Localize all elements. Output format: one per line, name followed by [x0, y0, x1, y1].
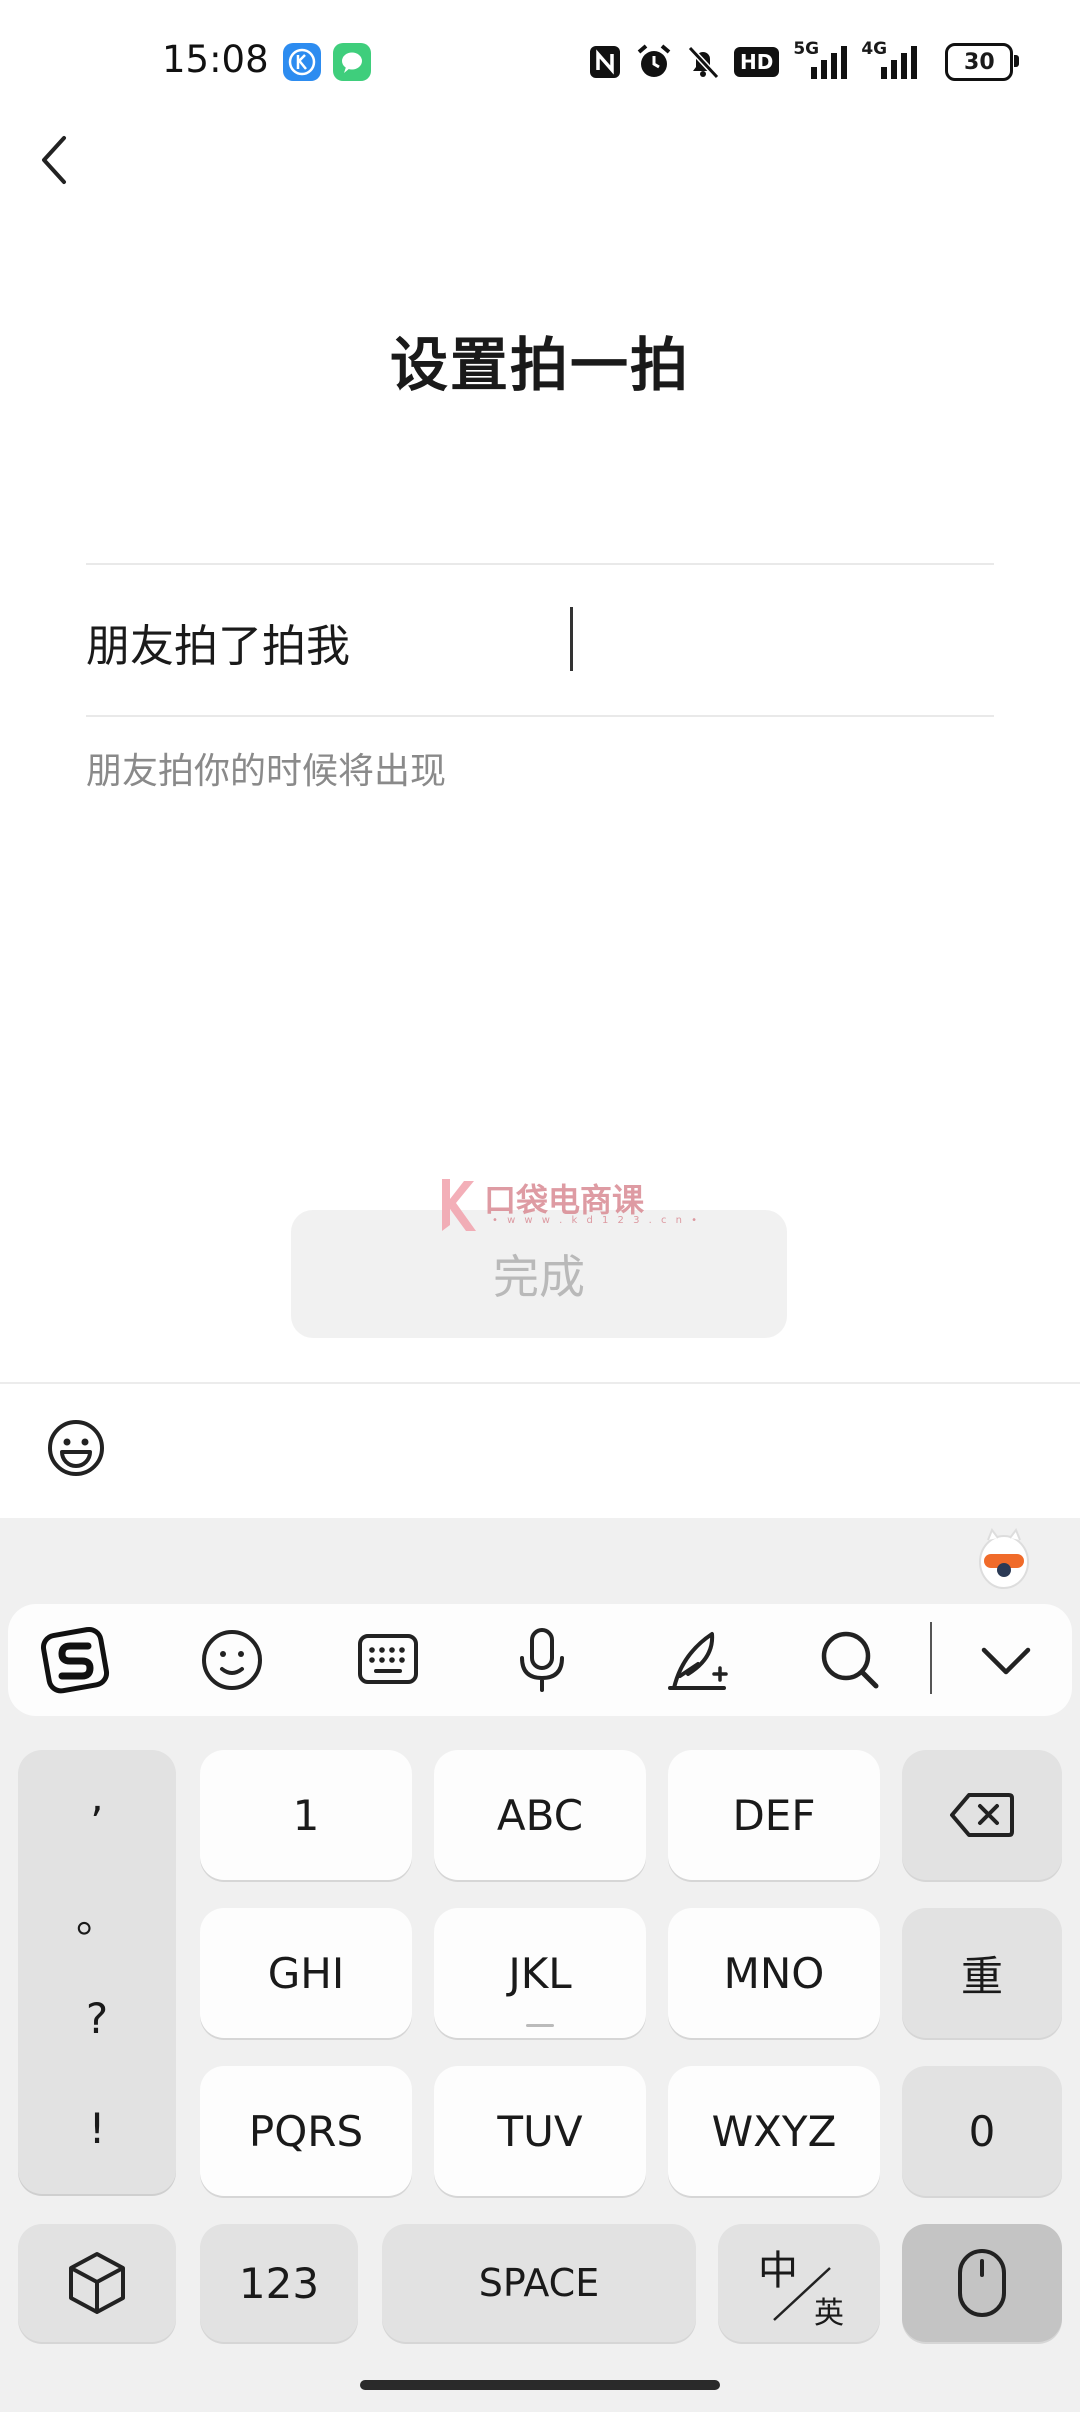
punct-comma-key[interactable]: , — [18, 1772, 176, 1821]
collapse-keyboard-button[interactable] — [970, 1624, 1042, 1696]
key-jkl[interactable]: JKL — [434, 1908, 646, 2038]
toolbar-separator — [930, 1622, 932, 1694]
collapse-chevron-icon — [981, 1647, 1031, 1675]
key-ghi[interactable]: GHI — [200, 1908, 412, 2038]
emoji-icon — [48, 1420, 104, 1476]
space-key[interactable]: SPACE — [382, 2224, 696, 2342]
sogou-logo-icon — [40, 1626, 110, 1694]
punct-exclaim-key[interactable]: ! — [18, 2104, 176, 2153]
redo-key[interactable]: 重 — [902, 1908, 1062, 2038]
emoji-icon — [202, 1630, 262, 1690]
emoji-cube-key[interactable] — [18, 2224, 176, 2342]
lang-zh-label: 中 — [758, 2248, 798, 2294]
back-button[interactable] — [30, 130, 80, 190]
handwriting-button[interactable] — [662, 1624, 734, 1696]
key-mno[interactable]: MNO — [668, 1908, 880, 2038]
mute-bell-icon — [687, 45, 720, 80]
watermark-text: 口袋电商课 — [484, 1180, 645, 1219]
battery-level: 30 — [964, 49, 995, 75]
emoji-toggle-button[interactable] — [44, 1416, 108, 1480]
lang-en-label: 英 — [814, 2296, 844, 2331]
alarm-icon — [637, 44, 671, 77]
key-tuv[interactable]: TUV — [434, 2066, 646, 2196]
input-bottom-divider — [86, 715, 994, 717]
voice-input-button[interactable] — [506, 1624, 578, 1696]
punct-question-key[interactable]: ? — [18, 1994, 176, 2043]
key-abc[interactable]: ABC — [434, 1750, 646, 1880]
watermark: 口袋电商课 • w w w . k d 1 2 3 . c n • — [438, 1175, 700, 1235]
input-hint: 朋友拍你的时候将出现 — [86, 751, 447, 792]
back-arrow-icon — [42, 136, 66, 184]
pat-suffix-value: 朋友拍了拍我 — [86, 621, 350, 672]
key-def[interactable]: DEF — [668, 1750, 880, 1880]
sogou-logo-button[interactable] — [40, 1624, 112, 1696]
cube-icon — [69, 2252, 125, 2314]
hd-icon: HD — [734, 47, 780, 77]
nfc-icon — [590, 46, 620, 78]
message-app-icon — [333, 43, 371, 81]
page-title: 设置拍一拍 — [389, 331, 690, 399]
hd-label: HD — [740, 50, 774, 74]
cursor-control-key[interactable] — [902, 2224, 1062, 2342]
watermark-logo-icon — [442, 1179, 476, 1231]
key-wxyz[interactable]: WXYZ — [668, 2066, 880, 2196]
key-0[interactable]: 0 — [902, 2066, 1062, 2196]
language-switch-key[interactable]: 中 英 — [718, 2224, 880, 2342]
jkl-home-marker — [526, 2024, 554, 2027]
microphone-icon — [520, 1628, 564, 1692]
k-app-icon — [283, 43, 321, 81]
keyboard-layout-button[interactable] — [352, 1624, 424, 1696]
home-indicator — [360, 2380, 720, 2390]
input-top-divider — [86, 563, 994, 565]
emoji-bar — [0, 1382, 1080, 1520]
keyboard-icon — [358, 1634, 418, 1684]
backspace-key[interactable] — [902, 1750, 1062, 1880]
backspace-icon — [950, 1793, 1014, 1837]
status-time: 15:08 — [162, 38, 269, 81]
search-icon — [821, 1631, 879, 1689]
numbers-key[interactable]: 123 — [200, 2224, 358, 2342]
keyboard-search-button[interactable] — [814, 1624, 886, 1696]
signal-5g-icon: 5G — [789, 39, 853, 81]
key-pqrs[interactable]: PQRS — [200, 2066, 412, 2196]
text-caret — [570, 607, 573, 671]
keyboard-mascot-icon[interactable] — [978, 1527, 1030, 1590]
signal-4g-icon: 4G — [859, 39, 923, 81]
watermark-url: • w w w . k d 1 2 3 . c n • — [492, 1214, 701, 1226]
key-1[interactable]: 1 — [200, 1750, 412, 1880]
battery-icon: 30 — [945, 43, 1020, 81]
mouse-icon — [958, 2249, 1006, 2317]
handwriting-icon — [668, 1632, 728, 1690]
emoji-panel-button[interactable] — [196, 1624, 268, 1696]
punct-period-key[interactable]: 。 — [18, 1884, 176, 1945]
